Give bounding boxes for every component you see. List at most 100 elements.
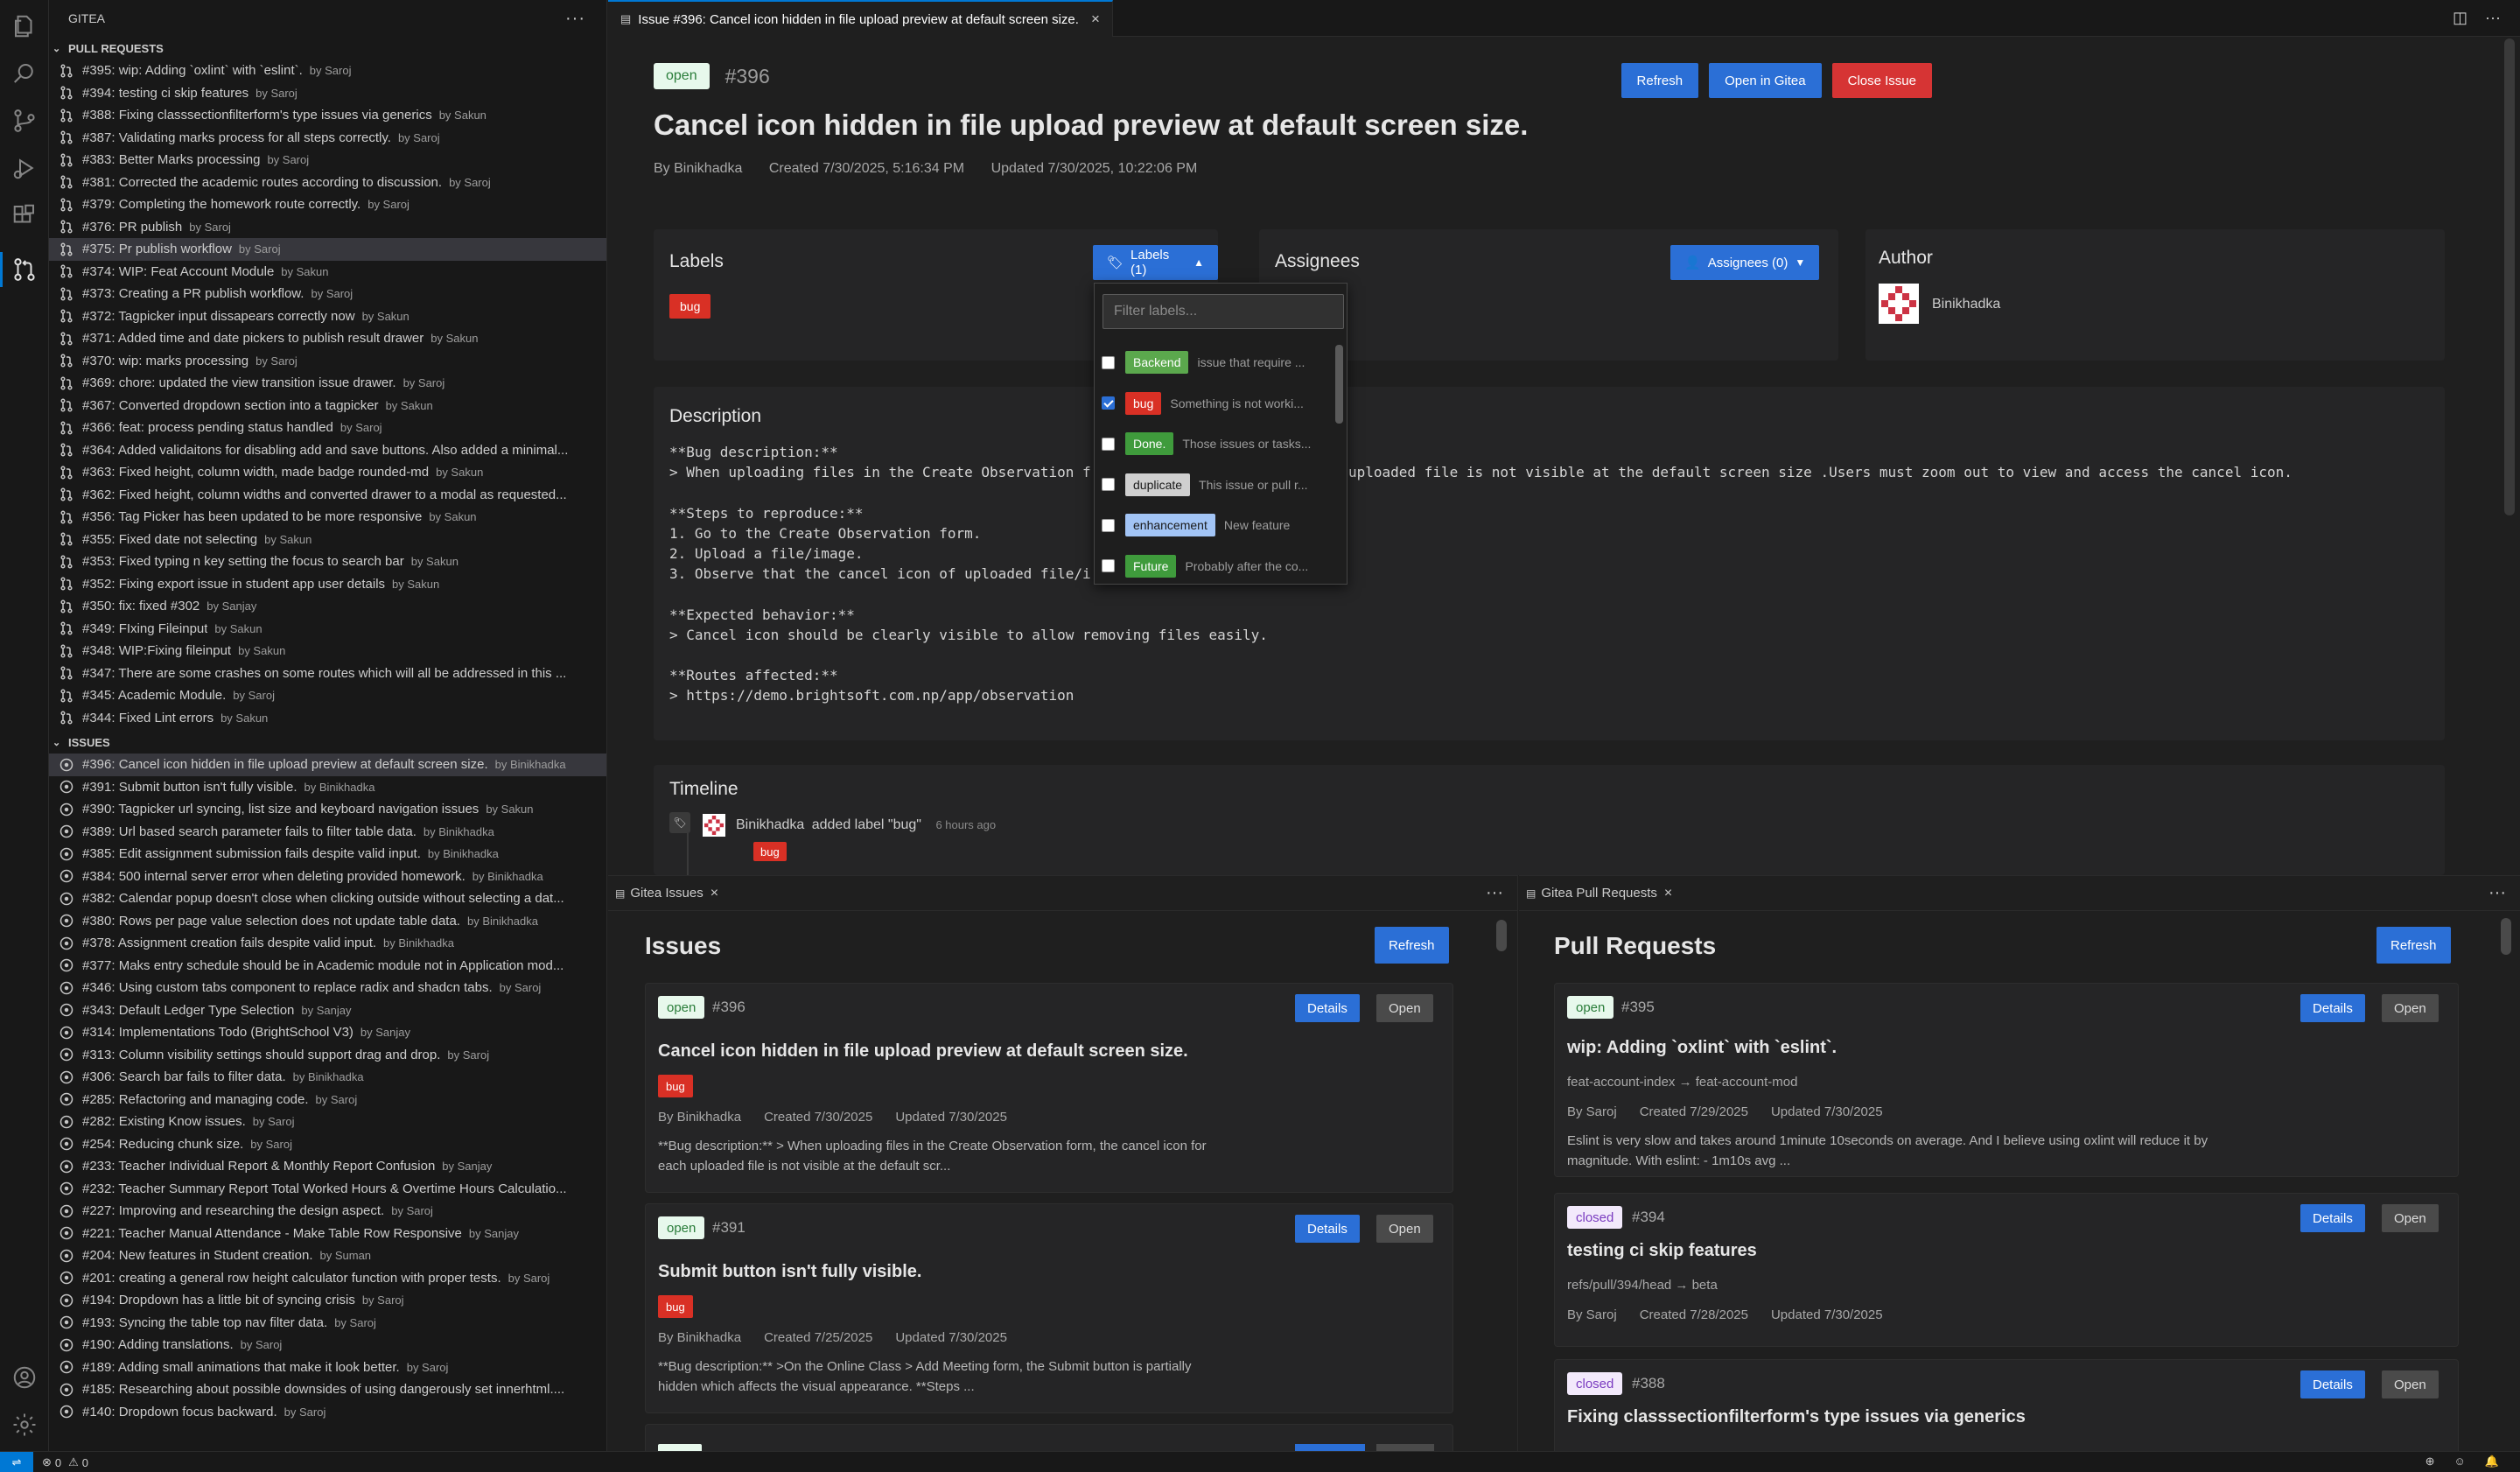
pull-request-list-item[interactable]: #371: Added time and date pickers to pub… — [49, 327, 606, 350]
tab-issue-396[interactable]: ▤ Issue #396: Cancel icon hidden in file… — [608, 0, 1113, 37]
scrollbar[interactable] — [2501, 918, 2511, 955]
pull-request-list-item[interactable]: #344: Fixed Lint errors by Sakun — [49, 707, 606, 730]
open-button[interactable]: Open — [1376, 1215, 1433, 1243]
explorer-icon[interactable] — [7, 9, 42, 44]
split-editor-icon[interactable]: ◫ — [2453, 9, 2468, 27]
issue-list-item[interactable]: #221: Teacher Manual Attendance - Make T… — [49, 1223, 606, 1245]
open-button[interactable]: Open — [2382, 1370, 2439, 1398]
pull-request-list-item[interactable]: #376: PR publish by Saroj — [49, 216, 606, 239]
issue-list-item[interactable]: #285: Refactoring and managing code. by S… — [49, 1089, 606, 1111]
label-option[interactable]: bug Something is not worki... — [1095, 383, 1340, 424]
issue-list-item[interactable]: #140: Dropdown focus backward. by Saroj — [49, 1401, 606, 1424]
details-button[interactable]: Details — [1295, 1215, 1360, 1243]
tab-gitea-pull-requests[interactable]: ▤ Gitea Pull Requests × ··· — [1519, 876, 2520, 911]
refresh-button[interactable]: Refresh — [1375, 927, 1449, 964]
open-button[interactable] — [1376, 1444, 1434, 1451]
pull-requests-section-header[interactable]: ⌄ PULL REQUESTS — [49, 37, 606, 60]
run-debug-icon[interactable] — [7, 151, 42, 186]
search-icon[interactable] — [7, 56, 42, 91]
issue-list-item[interactable]: #189: Adding small animations that make … — [49, 1356, 606, 1379]
pull-request-list-item[interactable]: #387: Validating marks process for all s… — [49, 127, 606, 150]
open-button[interactable]: Open — [2382, 994, 2439, 1022]
label-option[interactable]: Done. Those issues or tasks... — [1095, 424, 1340, 464]
issue-list-item[interactable]: #306: Search bar fails to filter data. by… — [49, 1066, 606, 1089]
pull-request-list-item[interactable]: #353: Fixed typing n key setting the foc… — [49, 550, 606, 573]
pull-request-list-item[interactable]: #347: There are some crashes on some rou… — [49, 662, 606, 685]
label-option[interactable]: Backend issue that require ... — [1095, 342, 1340, 382]
issue-list-item[interactable]: #377: Maks entry schedule should be in A… — [49, 955, 606, 978]
issue-list-item[interactable]: #314: Implementations Todo (BrightSchool… — [49, 1021, 606, 1044]
label-checkbox[interactable] — [1102, 396, 1115, 410]
pull-request-list-item[interactable]: #350: fix: fixed #302 by Sanjay — [49, 595, 606, 618]
close-issue-button[interactable]: Close Issue — [1831, 63, 1932, 98]
issue-card-title[interactable]: Submit button isn't fully visible. — [658, 1262, 921, 1282]
issue-list-item[interactable]: #201: creating a general row height calc… — [49, 1267, 606, 1290]
details-button[interactable]: Details — [2300, 994, 2365, 1022]
refresh-button[interactable]: Refresh — [2376, 927, 2451, 964]
issue-list-item[interactable]: #389: Url based search parameter fails t… — [49, 821, 606, 844]
pull-request-list-item[interactable]: #394: testing ci skip features by Saroj — [49, 82, 606, 105]
problems-indicator[interactable]: ⊗ 0 ⚠ 0 — [42, 1455, 88, 1469]
more-actions-icon[interactable]: ··· — [565, 9, 585, 29]
label-option[interactable]: enhancement New feature — [1095, 505, 1340, 545]
pull-request-list-item[interactable]: #372: Tagpicker input dissapears correct… — [49, 305, 606, 328]
details-button[interactable]: Details — [1295, 994, 1360, 1022]
issue-list-item[interactable]: #185: Researching about possible downsid… — [49, 1378, 606, 1401]
refresh-button[interactable]: Refresh — [1620, 63, 1699, 98]
pull-request-list-item[interactable]: #381: Corrected the academic routes acco… — [49, 172, 606, 194]
remote-icon[interactable]: ⇌ — [0, 1452, 33, 1472]
pull-request-list-item[interactable]: #364: Added validaitons for disabling ad… — [49, 439, 606, 462]
open-button[interactable]: Open — [2382, 1204, 2439, 1232]
issue-list-item[interactable]: #390: Tagpicker url syncing, list size a… — [49, 798, 606, 821]
more-actions-icon[interactable]: ··· — [1486, 883, 1503, 903]
scrollbar[interactable] — [1335, 345, 1343, 424]
issue-list-item[interactable]: #385: Edit assignment submission fails d… — [49, 843, 606, 866]
close-icon[interactable]: × — [1664, 886, 1672, 901]
issue-list-item[interactable]: #396: Cancel icon hidden in file upload … — [49, 754, 606, 776]
issue-list-item[interactable]: #382: Calendar popup doesn't close when … — [49, 887, 606, 910]
issue-list-item[interactable]: #204: New features in Student creation. b… — [49, 1244, 606, 1267]
issue-list-item[interactable]: #391: Submit button isn't fully visible.… — [49, 776, 606, 799]
issue-list-item[interactable]: #313: Column visibility settings should … — [49, 1044, 606, 1067]
label-checkbox[interactable] — [1102, 437, 1115, 451]
issue-list-item[interactable]: #378: Assignment creation fails despite … — [49, 932, 606, 955]
scrollbar[interactable] — [2504, 39, 2515, 515]
gitea-pull-request-icon[interactable] — [0, 252, 42, 287]
zoom-icon[interactable]: ⊕ — [2426, 1454, 2435, 1468]
pull-request-list-item[interactable]: #356: Tag Picker has been updated to be … — [49, 506, 606, 529]
issue-list-item[interactable]: #254: Reducing chunk size. by Saroj — [49, 1133, 606, 1156]
issue-list-item[interactable]: #194: Dropdown has a little bit of synci… — [49, 1289, 606, 1312]
more-actions-icon[interactable]: ··· — [2485, 9, 2501, 27]
label-checkbox[interactable] — [1102, 518, 1115, 532]
issue-list-item[interactable]: #380: Rows per page value selection does… — [49, 910, 606, 933]
pull-request-list-item[interactable]: #374: WIP: Feat Account Module by Sakun — [49, 261, 606, 284]
pr-card-title[interactable]: wip: Adding `oxlint` with `eslint`. — [1567, 1038, 1837, 1058]
issues-section-header[interactable]: ⌄ ISSUES — [49, 731, 606, 754]
settings-gear-icon[interactable] — [7, 1407, 42, 1442]
pull-request-list-item[interactable]: #375: Pr publish workflow by Saroj — [49, 238, 606, 261]
label-option[interactable]: Future Probably after the co... — [1095, 546, 1340, 586]
issue-list-item[interactable]: #190: Adding translations. by Saroj — [49, 1334, 606, 1356]
pull-request-list-item[interactable]: #363: Fixed height, column width, made b… — [49, 461, 606, 484]
issue-list-item[interactable]: #384: 500 internal server error when del… — [49, 866, 606, 888]
tab-gitea-issues[interactable]: ▤ Gitea Issues × ··· — [608, 876, 1517, 911]
source-control-icon[interactable] — [7, 103, 42, 138]
label-option[interactable]: duplicate This issue or pull r... — [1095, 465, 1340, 505]
labels-dropdown-button[interactable]: 🏷 Labels (1) ▲ — [1093, 245, 1218, 280]
more-actions-icon[interactable]: ··· — [2488, 883, 2506, 903]
label-checkbox[interactable] — [1102, 355, 1115, 369]
label-checkbox[interactable] — [1102, 478, 1115, 491]
issue-card-title[interactable]: Cancel icon hidden in file upload previe… — [658, 1041, 1188, 1062]
issue-list-item[interactable]: #193: Syncing the table top nav filter d… — [49, 1312, 606, 1335]
extensions-icon[interactable] — [7, 198, 42, 233]
pull-request-list-item[interactable]: #388: Fixing classsectionfilterform's ty… — [49, 104, 606, 127]
open-button[interactable]: Open — [1376, 994, 1433, 1022]
pull-request-list-item[interactable]: #345: Academic Module. by Saroj — [49, 684, 606, 707]
pull-request-list-item[interactable]: #373: Creating a PR publish workflow. by … — [49, 283, 606, 305]
scrollbar[interactable] — [1496, 920, 1507, 951]
pull-request-list-item[interactable]: #369: chore: updated the view transition… — [49, 372, 606, 395]
issue-list-item[interactable]: #346: Using custom tabs component to rep… — [49, 977, 606, 999]
pr-card-title[interactable]: testing ci skip features — [1567, 1241, 1757, 1261]
details-button[interactable]: Details — [2300, 1204, 2365, 1232]
issue-list-item[interactable]: #282: Existing Know issues. by Saroj — [49, 1111, 606, 1133]
